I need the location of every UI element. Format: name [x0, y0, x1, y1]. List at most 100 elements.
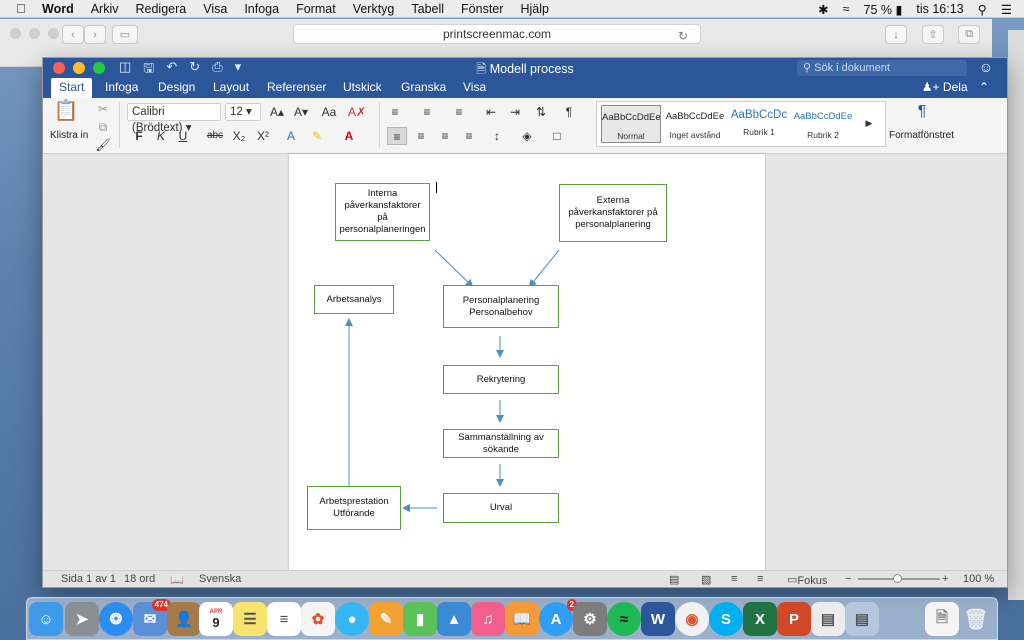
page-count[interactable]: Sida 1 av 1 — [61, 573, 116, 585]
search-document-input[interactable]: ⚲ Sök i dokument — [797, 60, 967, 76]
bold-button[interactable]: F — [129, 127, 149, 145]
share-button[interactable]: ⇧ — [922, 25, 944, 44]
word-icon[interactable]: W — [641, 602, 675, 636]
downloads-button[interactable]: ↓ — [885, 25, 907, 44]
menu-verktyg[interactable]: Verktyg — [353, 2, 395, 16]
tab-granska[interactable]: Granska — [393, 78, 454, 98]
font-size-select[interactable]: 12 ▾ — [225, 103, 261, 121]
menu-hjalp[interactable]: Hjälp — [520, 2, 549, 16]
superscript-button[interactable]: X² — [253, 127, 273, 145]
numbers-icon[interactable]: ▮ — [403, 602, 437, 636]
highlight-color-icon[interactable]: ✎ — [307, 127, 327, 145]
focus-button[interactable]: ▭ Fokus — [787, 573, 827, 587]
font-name-select[interactable]: Calibri (Brödtext) ▾ — [127, 103, 221, 134]
tabs-overview-button[interactable]: ⧉ — [958, 25, 980, 44]
contacts-icon[interactable]: 👤 — [167, 602, 201, 636]
tab-layout[interactable]: Layout — [205, 78, 257, 98]
subscript-button[interactable]: X₂ — [229, 127, 249, 145]
menu-infoga[interactable]: Infoga — [244, 2, 279, 16]
sort-icon[interactable]: ⇅ — [531, 103, 551, 121]
style-heading-1[interactable]: AaBbCcDc Rubrik 1 — [729, 105, 789, 143]
back-button[interactable]: ‹ — [62, 25, 84, 44]
documents-stack-icon[interactable]: 🗎 — [925, 602, 959, 636]
spotlight-search-icon[interactable]: ⚲ — [978, 2, 987, 17]
decrease-indent-icon[interactable]: ⇤ — [481, 103, 501, 121]
sidebar-toggle-button[interactable]: ▭ — [112, 25, 138, 44]
increase-font-size-icon[interactable]: A▴ — [267, 103, 287, 121]
safari-close-button[interactable] — [10, 28, 21, 39]
finder-icon[interactable]: ☺ — [29, 602, 63, 636]
shading-icon[interactable]: ◈ — [517, 127, 537, 145]
zoom-level[interactable]: 100 % — [963, 573, 994, 585]
spotify-icon[interactable]: ≈ — [607, 602, 641, 636]
align-center-icon[interactable]: ≡ — [411, 127, 431, 145]
decrease-font-size-icon[interactable]: A▾ — [291, 103, 311, 121]
styles-more-icon[interactable]: ▶ — [859, 114, 879, 132]
tab-design[interactable]: Design — [150, 78, 203, 98]
apple-icon[interactable]:  — [16, 1, 32, 16]
bluetooth-icon[interactable]: ✱ — [818, 2, 828, 17]
preview-icon[interactable]: ▤ — [811, 602, 845, 636]
keynote-icon[interactable]: ▲ — [437, 602, 471, 636]
itunes-icon[interactable]: ♫ — [471, 602, 505, 636]
outline-view-icon[interactable]: ≡ — [731, 573, 737, 585]
address-bar[interactable]: printscreenmac.com ↻ — [293, 24, 701, 44]
messages-icon[interactable]: ● — [335, 602, 369, 636]
skype-icon[interactable]: S — [709, 602, 743, 636]
styles-pane-icon[interactable]: ¶ — [909, 103, 935, 127]
forward-button[interactable]: › — [84, 25, 106, 44]
flow-box-job-analysis[interactable]: Arbetsanalys — [314, 285, 394, 314]
numbering-icon[interactable]: ≡ — [417, 103, 437, 121]
calendar-icon[interactable]: APR 9 — [199, 602, 233, 636]
wifi-icon[interactable]: ≈ — [843, 2, 850, 16]
bullets-icon[interactable]: ≡ — [385, 103, 405, 121]
tab-referenser[interactable]: Referenser — [259, 78, 334, 98]
font-color-icon[interactable]: A — [339, 127, 359, 145]
flow-box-recruitment[interactable]: Rekrytering — [443, 365, 559, 394]
reminders-icon[interactable]: ≡ — [267, 602, 301, 636]
change-case-icon[interactable]: Aa — [319, 103, 339, 121]
tab-utskick[interactable]: Utskick — [335, 78, 390, 98]
borders-icon[interactable]: □ — [547, 127, 567, 145]
menu-format[interactable]: Format — [296, 2, 336, 16]
paste-clipboard-icon[interactable]: 📋 — [53, 101, 79, 128]
align-right-icon[interactable]: ≡ — [435, 127, 455, 145]
justify-icon[interactable]: ≡ — [459, 127, 479, 145]
zoom-in-icon[interactable]: + — [942, 573, 948, 585]
share-button[interactable]: ♟+ Dela ⌃ — [922, 78, 989, 97]
app-store-icon[interactable]: A2 — [539, 599, 577, 636]
clear-formatting-icon[interactable]: A✗ — [347, 103, 367, 121]
flow-box-compilation[interactable]: Sammanställning av sökande — [443, 429, 559, 458]
flow-box-work-performance[interactable]: Arbetsprestation Utförande — [307, 486, 401, 530]
styles-pane-label[interactable]: Formatfönstret — [889, 130, 954, 141]
tab-visa[interactable]: Visa — [455, 78, 494, 98]
notes-icon[interactable]: ☰ — [233, 602, 267, 636]
draft-view-icon[interactable]: ≡ — [757, 573, 763, 585]
tab-infoga[interactable]: Infoga — [97, 78, 146, 98]
menu-fonster[interactable]: Fönster — [461, 2, 503, 16]
menu-redigera[interactable]: Redigera — [136, 2, 187, 16]
text-effects-icon[interactable]: A — [281, 127, 301, 145]
paste-label[interactable]: Klistra in — [50, 130, 88, 141]
copy-icon[interactable]: ⧉ — [93, 118, 113, 136]
increase-indent-icon[interactable]: ⇥ — [505, 103, 525, 121]
flow-box-selection[interactable]: Urval — [443, 493, 559, 523]
powerpoint-icon[interactable]: P — [777, 602, 811, 636]
menu-arkiv[interactable]: Arkiv — [91, 2, 119, 16]
print-layout-view-icon[interactable]: ▤ — [669, 573, 679, 586]
proofing-icon[interactable]: 📖 — [170, 573, 184, 586]
word-count[interactable]: 18 ord — [124, 573, 155, 585]
flow-box-personnel-planning[interactable]: Personalplanering Personalbehov — [443, 285, 559, 328]
cut-icon[interactable]: ✂ — [93, 100, 113, 118]
document-page[interactable]: Interna påverkansfaktorer på personalpla… — [289, 154, 765, 572]
ibooks-icon[interactable]: 📖 — [505, 602, 539, 636]
zoom-slider-thumb[interactable] — [893, 574, 902, 583]
reload-icon[interactable]: ↻ — [678, 27, 688, 45]
safari-minimize-button[interactable] — [29, 28, 40, 39]
collapse-ribbon-icon[interactable]: ⌃ — [979, 80, 989, 94]
multilevel-list-icon[interactable]: ≡ — [449, 103, 469, 121]
safari-icon[interactable]: ❂ — [99, 602, 133, 636]
pages-icon[interactable]: ✎ — [369, 602, 403, 636]
mail-icon[interactable]: ✉ 474 — [133, 599, 171, 636]
align-left-icon[interactable]: ≡ — [387, 127, 407, 145]
